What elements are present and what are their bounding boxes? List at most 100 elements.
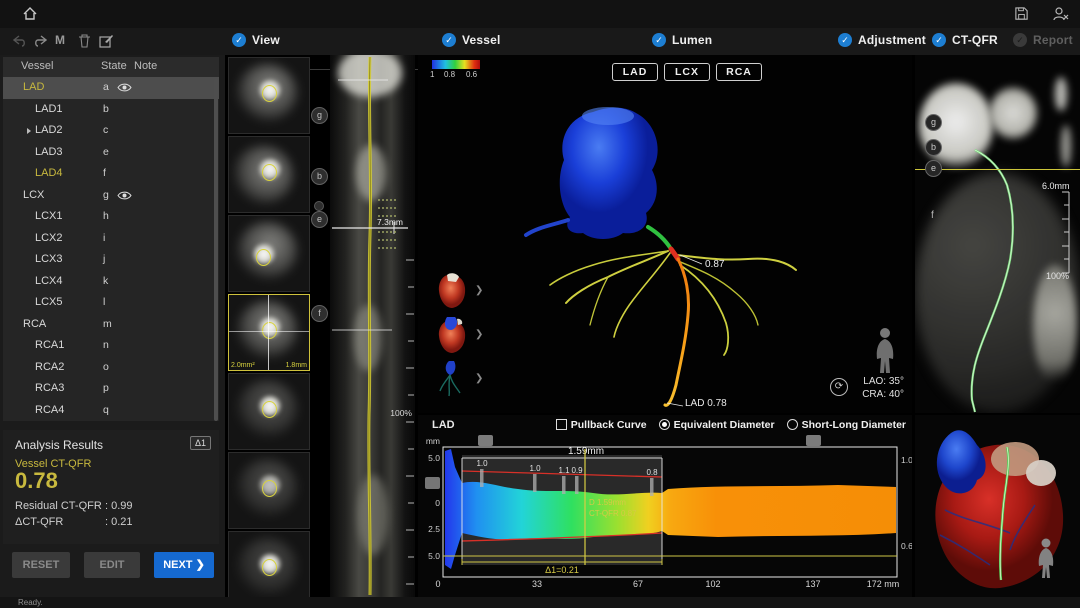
redo-icon[interactable] [33, 35, 47, 48]
vessel-row-rca1[interactable]: RCA1n [3, 335, 219, 357]
heart-preset-anatomy[interactable] [432, 271, 472, 311]
cross-section-thumbnail[interactable] [228, 373, 310, 450]
drag-handle[interactable] [425, 477, 440, 489]
segment-marker-f[interactable]: f [311, 305, 328, 322]
zoom-label: 100% [1046, 271, 1069, 281]
check-icon: ✓ [838, 33, 852, 47]
chevron-right-icon[interactable]: ❯ [475, 373, 483, 384]
chevron-right-icon[interactable]: ❯ [475, 329, 483, 340]
vessel-row-lad[interactable]: LADa [3, 77, 219, 99]
vessel-row-lad1[interactable]: LAD1b [3, 99, 219, 121]
analysis-title: Analysis Results [15, 438, 103, 452]
column-state: State [101, 60, 127, 72]
lumen-contour [256, 249, 271, 266]
lesion-annotation-line2: CT-QFR 0.87 [589, 509, 637, 518]
scale-label: 6.0mm [1042, 181, 1070, 191]
vessel-sidebar: Vessel State Note LADa LAD1b LAD2c LAD3e… [0, 55, 225, 597]
crosshair [229, 331, 309, 332]
x-tick: 67 [633, 579, 643, 589]
cpr-view[interactable]: 7.3mm 100% [330, 55, 415, 597]
heart-preset-aorta[interactable] [432, 315, 472, 355]
aorta [560, 108, 658, 239]
vessel-row-rca[interactable]: RCAm [3, 314, 219, 336]
vessel-row-rca4[interactable]: RCA4q [3, 400, 219, 422]
tab-lumen[interactable]: ✓Lumen [652, 33, 712, 47]
segment-marker-b[interactable]: b [311, 168, 328, 185]
vessel-row-lcx2[interactable]: LCX2i [3, 228, 219, 250]
vessel-row-lcx1[interactable]: LCX1h [3, 206, 219, 228]
column-vessel: Vessel [21, 60, 53, 72]
trash-icon[interactable] [78, 34, 91, 48]
x-tick: 137 [805, 579, 820, 589]
edit-note-icon[interactable] [99, 34, 114, 49]
chevron-right-icon[interactable]: ❯ [475, 285, 483, 296]
tab-view[interactable]: ✓View [232, 33, 280, 47]
vessel-row-lcx4[interactable]: LCX4k [3, 271, 219, 293]
vessel-row-rca2[interactable]: RCA2o [3, 357, 219, 379]
user-logout-icon[interactable] [1052, 6, 1069, 22]
heart-preset-vessels[interactable] [432, 359, 472, 399]
marker-tool-button[interactable]: M [55, 33, 65, 47]
tab-ct-qfr[interactable]: ✓CT-QFR [932, 33, 998, 47]
tab-vessel[interactable]: ✓Vessel [442, 33, 501, 47]
vessel-row-lcx5[interactable]: LCX5l [3, 292, 219, 314]
ref-diameter-label: 0.9 [571, 466, 583, 475]
curved-mpr-view[interactable]: g b e f 6.0mm 100% [915, 55, 1080, 413]
home-icon[interactable] [22, 6, 38, 22]
cross-section-thumbnail[interactable] [228, 136, 310, 213]
residual-row: Residual CT-QFR: 0.99 [15, 500, 207, 512]
tab-report[interactable]: ✓Report [1013, 33, 1073, 47]
undo-icon[interactable] [13, 35, 27, 48]
save-icon[interactable] [1014, 6, 1029, 21]
cross-section-thumbnail-selected[interactable]: 2.0mm² 1.8mm [228, 294, 310, 371]
workflow-bar: M ✓View ✓Vessel ✓Lumen ✓Adjustment ✓CT-Q… [0, 28, 1080, 56]
cross-section-thumbnail[interactable] [228, 452, 310, 529]
tab-adjustment[interactable]: ✓Adjustment [838, 33, 926, 47]
body-orientation-figure [868, 326, 902, 376]
vessel-list: LADa LAD1b LAD2c LAD3e LAD4f LCXg LCX1h … [3, 77, 219, 421]
vessel-row-lcx[interactable]: LCXg [3, 185, 219, 207]
cross-section-thumbnail[interactable] [228, 215, 310, 292]
lesion-annotation-line1: D 1.59mm [589, 498, 626, 507]
x-tick: 33 [532, 579, 542, 589]
vessel-list-scrollbar[interactable] [214, 79, 218, 421]
next-button[interactable]: NEXT ❯ [154, 552, 214, 578]
rotate-view-icon[interactable]: ⟳ [830, 378, 848, 396]
eye-icon[interactable] [117, 82, 132, 93]
segment-marker-e[interactable]: e [311, 211, 328, 228]
edit-button[interactable]: EDIT [84, 552, 140, 578]
vessel-table-header: Vessel State Note [3, 57, 219, 77]
reset-button[interactable]: RESET [12, 552, 70, 578]
delta-badge[interactable]: Δ1 [190, 436, 211, 450]
segment-marker-g[interactable]: g [925, 114, 942, 131]
vessel-row-rca3[interactable]: RCA3p [3, 378, 219, 400]
y-axis-unit: mm [426, 436, 440, 446]
pullback-chart: 1.59mm 1.0 1.0 1.1 0.9 0.8 D 1.59mm CT-Q… [418, 415, 912, 597]
cross-section-list: 2.0mm² 1.8mm [228, 57, 310, 597]
vessel-row-lad3[interactable]: LAD3e [3, 142, 219, 164]
vessel-row-lad2[interactable]: LAD2c [3, 120, 219, 142]
orientation-angles: LAO: 35° CRA: 40° [862, 375, 904, 401]
app-window: M ✓View ✓Vessel ✓Lumen ✓Adjustment ✓CT-Q… [0, 0, 1080, 608]
y-tick: 5.0 [428, 551, 440, 561]
segment-marker-g[interactable]: g [311, 107, 328, 124]
cross-section-thumbnail[interactable] [228, 57, 310, 134]
ref-diameter-label: 0.8 [646, 468, 658, 477]
segment-marker-b[interactable]: b [925, 139, 942, 156]
segment-marker-f: f [931, 210, 934, 221]
eye-icon[interactable] [117, 190, 132, 201]
drag-handle[interactable] [806, 435, 821, 446]
lumen-contour [262, 401, 277, 418]
vessel-row-lad4[interactable]: LAD4f [3, 163, 219, 185]
drag-handle[interactable] [478, 435, 493, 446]
lumen-contour [262, 559, 277, 576]
lumen-area-label: 2.0mm² [231, 362, 255, 369]
coronary-3d-view[interactable]: 1 0.8 0.6 LAD LCX RCA [418, 55, 912, 413]
segment-marker-e[interactable]: e [925, 160, 942, 177]
heart-3d-view[interactable] [915, 415, 1080, 597]
column-note: Note [134, 60, 157, 72]
y-right-tick: 1.0 [901, 455, 912, 465]
vessel-row-lcx3[interactable]: LCX3j [3, 249, 219, 271]
ref-diameter-label: 1.0 [529, 464, 541, 473]
coronary-tree-render [418, 55, 912, 413]
